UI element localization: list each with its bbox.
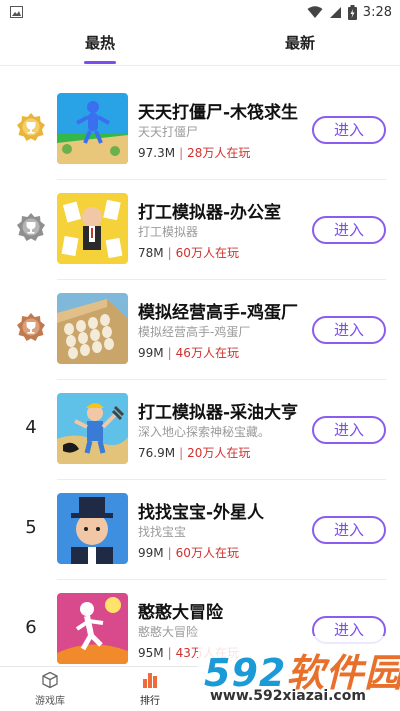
game-subtitle: 模拟经营高手-鸡蛋厂 [138,325,251,339]
watermark-url: www.592xiazai.com [210,688,366,704]
game-size: 99M [138,346,164,360]
game-size: 76.9M [138,446,176,460]
enter-button[interactable]: 进入 [312,416,386,444]
active-tab-indicator [84,61,116,64]
nav-label: 游戏库 [35,696,65,707]
signal-icon [329,6,341,18]
status-right: 3:28 [307,3,392,21]
game-size: 95M [138,646,164,660]
status-bar: 3:28 [0,0,400,24]
game-players: 60万人在玩 [175,246,239,260]
game-players: 20万人在玩 [187,446,251,460]
game-title: 打工模拟器-办公室 [138,203,282,223]
list-item[interactable]: 模拟经营高手-鸡蛋厂 模拟经营高手-鸡蛋厂 99M | 46万人在玩 进入 [0,280,400,380]
tab-bar: 最热 最新 [0,26,400,66]
game-thumbnail[interactable] [57,493,128,564]
enter-button[interactable]: 进入 [312,516,386,544]
battery-icon [347,4,357,20]
list-item[interactable]: 打工模拟器-办公室 打工模拟器 78M | 60万人在玩 进入 [0,180,400,280]
game-size: 97.3M [138,146,176,160]
game-subtitle: 找找宝宝 [138,525,187,539]
game-title: 打工模拟器-采油大亨 [138,403,299,423]
enter-button[interactable]: 进入 [312,316,386,344]
game-meta: 99M | 46万人在玩 [138,344,239,361]
wifi-icon [307,5,323,18]
gold-trophy-medal-icon [14,110,48,144]
game-title: 憨憨大冒险 [138,603,223,623]
ranking-icon [143,673,157,688]
game-thumbnail[interactable] [57,293,128,364]
game-subtitle: 天天打僵尸 [138,125,199,139]
rank-number: 4 [25,416,37,438]
list-item[interactable]: 4 打工模拟器-采油大亨 深入地心探索神秘宝藏。 76.9M | 20万人在玩 进入 [0,380,400,480]
game-thumbnail[interactable] [57,393,128,464]
status-time: 3:28 [362,4,392,20]
game-meta: 76.9M | 20万人在玩 [138,444,250,461]
game-subtitle: 深入地心探索神秘宝藏。 [138,425,271,439]
meta-separator: | [167,246,172,260]
nav-label: 排行 [140,696,160,707]
game-thumbnail[interactable] [57,193,128,264]
bronze-trophy-medal-icon [14,310,48,344]
nav-game-library[interactable]: 游戏库 [15,671,85,707]
enter-button[interactable]: 进入 [312,116,386,144]
site-watermark: 592软件园 www.592xiazai.com [198,636,400,711]
meta-separator: | [167,646,172,660]
game-subtitle: 憨憨大冒险 [138,625,199,639]
tab-hot[interactable]: 最热 [60,32,140,60]
game-title: 天天打僵尸-木筏求生 [138,103,299,123]
rank-number: 5 [25,516,37,538]
meta-separator: | [179,446,184,460]
game-players: 28万人在玩 [187,146,251,160]
game-title: 模拟经营高手-鸡蛋厂 [138,303,299,323]
game-size: 99M [138,546,164,560]
game-players: 60万人在玩 [175,546,239,560]
game-players: 46万人在玩 [175,346,239,360]
game-size: 78M [138,246,164,260]
game-thumbnail[interactable] [57,93,128,164]
game-ranking-list: 天天打僵尸-木筏求生 天天打僵尸 97.3M | 28万人在玩 进入 打工模拟器… [0,80,400,680]
game-meta: 99M | 60万人在玩 [138,544,239,561]
cube-icon [42,671,58,689]
meta-separator: | [179,146,184,160]
game-thumbnail[interactable] [57,593,128,664]
tab-new[interactable]: 最新 [260,32,340,60]
game-title: 找找宝宝-外星人 [138,503,265,523]
list-item[interactable]: 天天打僵尸-木筏求生 天天打僵尸 97.3M | 28万人在玩 进入 [0,80,400,180]
meta-separator: | [167,346,172,360]
enter-button[interactable]: 进入 [312,216,386,244]
image-notification-icon [10,6,23,18]
meta-separator: | [167,546,172,560]
list-item[interactable]: 5 找找宝宝-外星人 找找宝宝 99M | 60万人在玩 进入 [0,480,400,580]
nav-ranking[interactable]: 排行 [115,671,185,707]
game-meta: 97.3M | 28万人在玩 [138,144,250,161]
silver-trophy-medal-icon [14,210,48,244]
rank-number: 6 [25,616,37,638]
game-subtitle: 打工模拟器 [138,225,199,239]
game-meta: 78M | 60万人在玩 [138,244,239,261]
